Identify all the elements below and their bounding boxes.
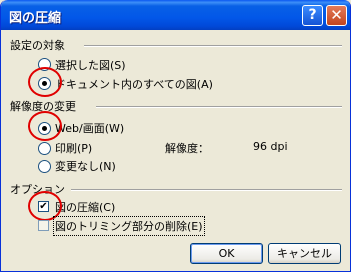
ok-button[interactable]: OK <box>190 243 263 264</box>
radio-no-change[interactable] <box>38 160 51 173</box>
radio-print-label[interactable]: 印刷(P) <box>55 140 92 156</box>
resolution-label: 解像度： <box>165 142 209 155</box>
resolution-value: 96 dpi <box>253 140 288 153</box>
checkbox-compress-pictures[interactable]: ✔ <box>38 201 49 212</box>
radio-selected-pictures[interactable] <box>38 58 51 71</box>
checkbox-compress-pictures-label[interactable]: 図の圧縮(C) <box>55 199 115 215</box>
target-group-divider <box>84 45 342 47</box>
resolution-group-divider <box>96 106 342 108</box>
options-group-title: オプション <box>10 183 65 196</box>
radio-print[interactable] <box>38 142 51 155</box>
radio-web-screen-label[interactable]: Web/画面(W) <box>55 120 124 136</box>
checkbox-delete-cropped-label[interactable]: 図のトリミング部分の削除(E) <box>53 216 205 236</box>
radio-web-screen[interactable] <box>38 122 51 135</box>
close-button[interactable]: ✕ <box>326 5 347 26</box>
resolution-group-title: 解像度の変更 <box>10 100 76 113</box>
radio-no-change-label[interactable]: 変更なし(N) <box>55 158 116 174</box>
compress-pictures-dialog: 図の圧縮 ? ✕ 設定の対象 選択した図(S) ドキュメント内のすべての図(A)… <box>0 0 351 272</box>
radio-all-pictures-label[interactable]: ドキュメント内のすべての図(A) <box>55 76 213 92</box>
help-button[interactable]: ? <box>302 5 323 26</box>
options-group-divider <box>71 189 342 191</box>
cancel-button[interactable]: キャンセル <box>268 243 341 264</box>
radio-all-pictures[interactable] <box>38 77 51 90</box>
dialog-title: 図の圧縮 <box>9 11 62 26</box>
checkbox-delete-cropped[interactable] <box>38 220 49 231</box>
radio-selected-pictures-label[interactable]: 選択した図(S) <box>55 57 126 73</box>
title-bar[interactable]: 図の圧縮 ? ✕ <box>1 0 350 30</box>
target-group-title: 設定の対象 <box>10 39 65 52</box>
